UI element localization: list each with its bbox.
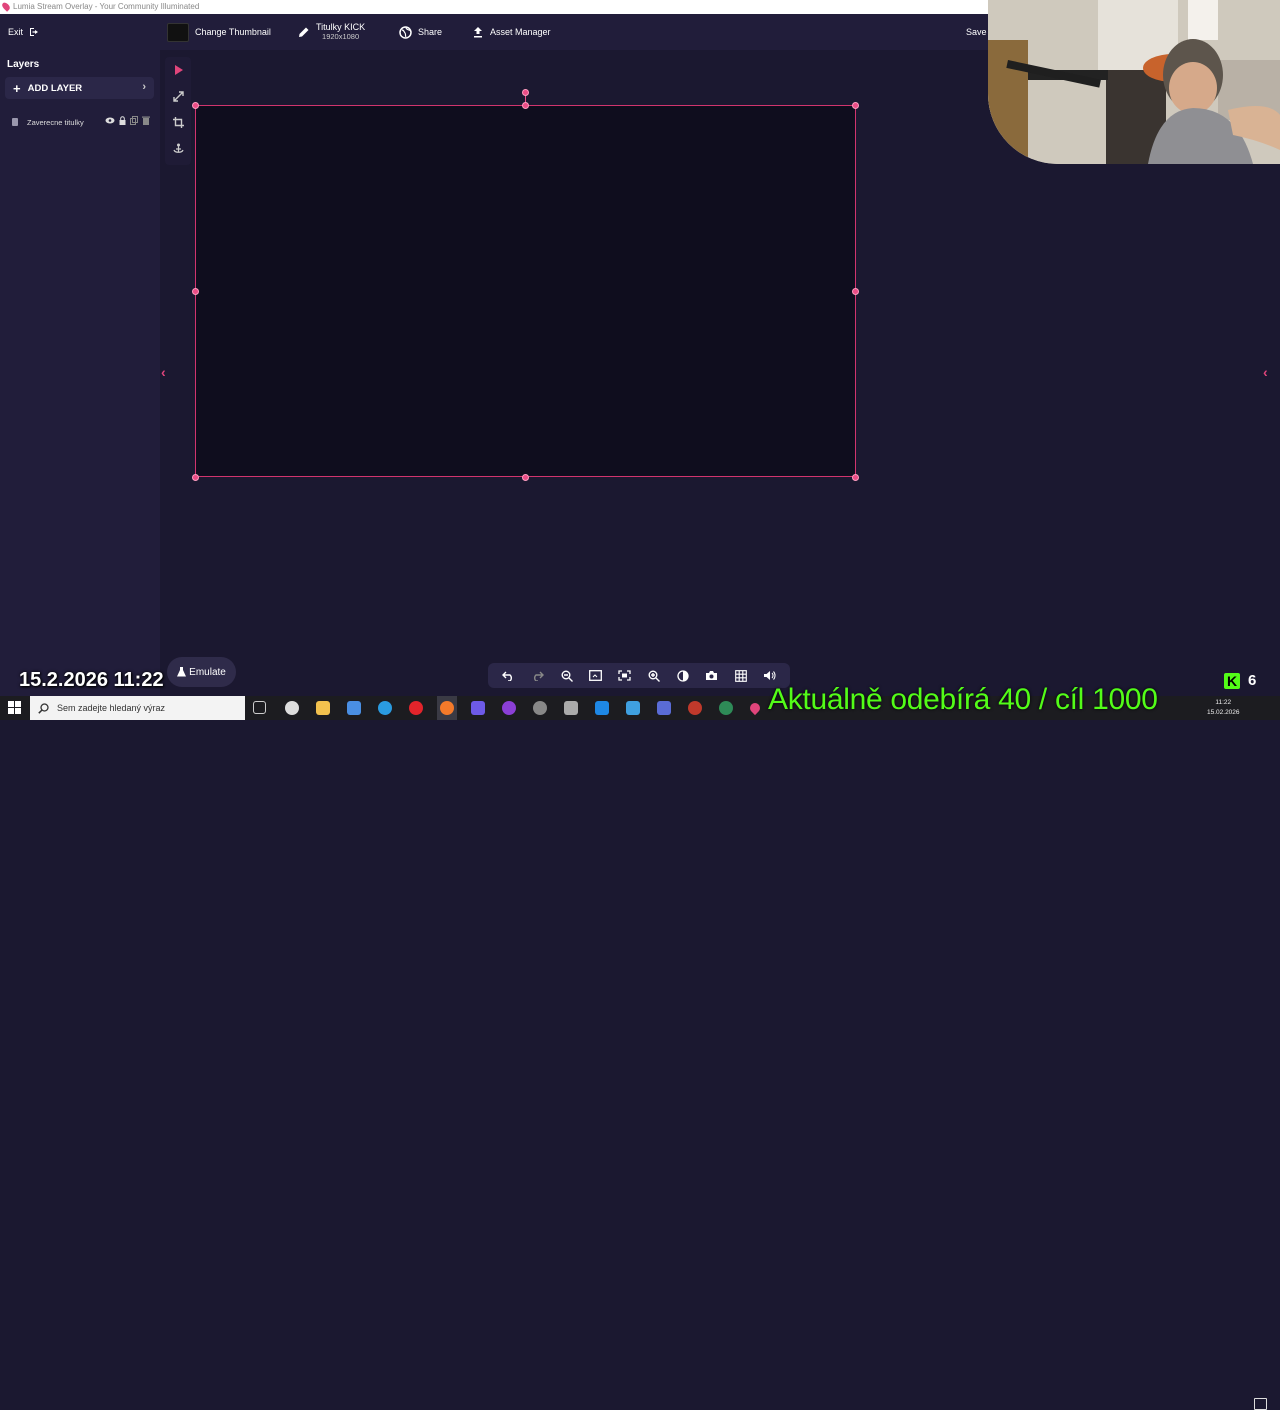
expand-right-panel-icon[interactable]: ‹ [1263,364,1268,380]
pencil-icon [299,27,309,37]
fit-screen-icon[interactable] [587,667,605,685]
chevron-right-icon: › [142,81,146,93]
app-icon-4[interactable] [564,701,578,715]
app-icon-7[interactable] [657,701,671,715]
resize-handle-left[interactable] [192,288,199,295]
grid-icon[interactable] [732,667,750,685]
kick-count: 6 [1248,672,1257,689]
lumia-logo-icon [0,1,12,12]
taskbar-search-box[interactable]: Sem zadejte hledaný výraz [30,696,245,720]
store-app-icon[interactable] [347,701,361,715]
globe-icon [399,25,412,39]
layer-name: Zaverecne titulky [27,117,84,127]
overlay-name: Titulky KICK [316,22,366,32]
resize-tool-button[interactable] [170,88,186,104]
kick-logo-icon: K [1224,672,1240,689]
windows-start-icon[interactable] [8,701,21,714]
taskbar-clock[interactable]: 11:22 15.02.2026 [1207,698,1240,718]
resize-handle-top-right[interactable] [852,102,859,109]
exit-label: Exit [8,27,24,37]
app-icon-3[interactable] [533,701,547,715]
app-icon-6[interactable] [626,701,640,715]
asset-manager-button[interactable]: Asset Manager [472,14,551,50]
emulate-label: Emulate [189,666,226,678]
search-placeholder: Sem zadejte hledaný výraz [57,703,166,713]
resize-handle-bottom-right[interactable] [852,474,859,481]
trash-icon[interactable] [142,116,150,125]
plus-icon: + [13,80,21,96]
rotate-handle[interactable] [522,89,529,96]
resize-icon [172,90,184,102]
subscriber-goal-ticker: Aktuálně odebírá 40 / cíl 1000 [768,683,1158,716]
change-thumbnail-label: Change Thumbnail [195,27,271,37]
resize-handle-top-left[interactable] [192,102,199,109]
zoom-in-icon[interactable] [645,667,663,685]
layer-list-item[interactable]: Zaverecne titulky [12,116,152,128]
redo-icon[interactable] [529,667,547,685]
opera-browser-icon[interactable] [409,701,423,715]
undo-icon[interactable] [500,667,518,685]
app-icon-9[interactable] [719,701,733,715]
resize-handle-bottom-left[interactable] [192,474,199,481]
window-title: Lumia Stream Overlay - Your Community Il… [13,2,200,11]
save-label: Save [966,27,987,37]
volume-icon[interactable] [761,667,779,685]
notification-center-icon[interactable] [1254,1398,1267,1410]
resize-handle-top[interactable] [522,102,529,109]
change-thumbnail-button[interactable]: Change Thumbnail [167,14,271,50]
app-icon-5[interactable] [595,701,609,715]
share-button[interactable]: Share [399,14,442,50]
visibility-eye-icon[interactable] [105,117,115,124]
overlay-resolution: 1920x1080 [322,32,360,41]
anchor-tool-button[interactable] [170,140,186,156]
anchor-icon [172,143,184,153]
clock-time: 11:22 [1215,699,1232,706]
add-layer-button[interactable]: + ADD LAYER › [5,77,154,99]
edge-browser-icon[interactable] [378,701,392,715]
pointer-tool-button[interactable] [170,62,186,78]
overlay-canvas[interactable] [195,105,856,477]
upload-icon [474,27,482,38]
lock-icon[interactable] [119,116,126,125]
fullscreen-icon[interactable] [616,667,634,685]
asset-manager-label: Asset Manager [490,27,551,37]
resize-handle-right[interactable] [852,288,859,295]
contrast-icon[interactable] [674,667,692,685]
crop-tool-button[interactable] [170,114,186,130]
task-view-icon[interactable] [253,701,266,714]
share-label: Share [418,27,443,37]
thumbnail-preview [167,22,189,42]
resize-handle-bottom[interactable] [522,474,529,481]
collapse-left-panel-icon[interactable]: ‹ [161,364,166,380]
pointer-icon [174,65,183,75]
layer-type-icon [12,118,18,126]
zoom-out-icon[interactable] [558,667,576,685]
webcam-feed [988,0,1280,164]
search-icon [38,702,49,714]
clock-date: 15.02.2026 [1207,709,1240,716]
add-layer-label: ADD LAYER [27,82,83,94]
flask-icon [177,667,187,677]
exit-icon [30,28,39,36]
duplicate-icon[interactable] [130,116,138,125]
canvas-controls-bar [488,663,790,688]
app-icon-2[interactable] [502,701,516,715]
overlay-title-edit-button[interactable]: Titulky KICK 1920x1080 [298,14,365,50]
settings-app-icon[interactable] [285,701,299,715]
crop-icon [172,116,184,128]
exit-button[interactable]: Exit [8,14,39,50]
kick-follower-counter: K 6 [1224,672,1256,689]
layers-heading: Layers [7,59,40,70]
stream-datetime-overlay: 15.2.2026 11:22 [19,669,164,691]
app-icon-1[interactable] [471,701,485,715]
firefox-browser-icon[interactable] [440,701,454,715]
tool-strip [165,57,191,165]
camera-icon[interactable] [703,667,721,685]
layers-panel: Layers + ADD LAYER › Zaverecne titulky [0,50,160,696]
file-explorer-icon[interactable] [316,701,330,715]
emulate-button[interactable]: Emulate [167,657,236,687]
app-icon-8[interactable] [688,701,702,715]
lumia-app-icon[interactable] [747,700,763,716]
